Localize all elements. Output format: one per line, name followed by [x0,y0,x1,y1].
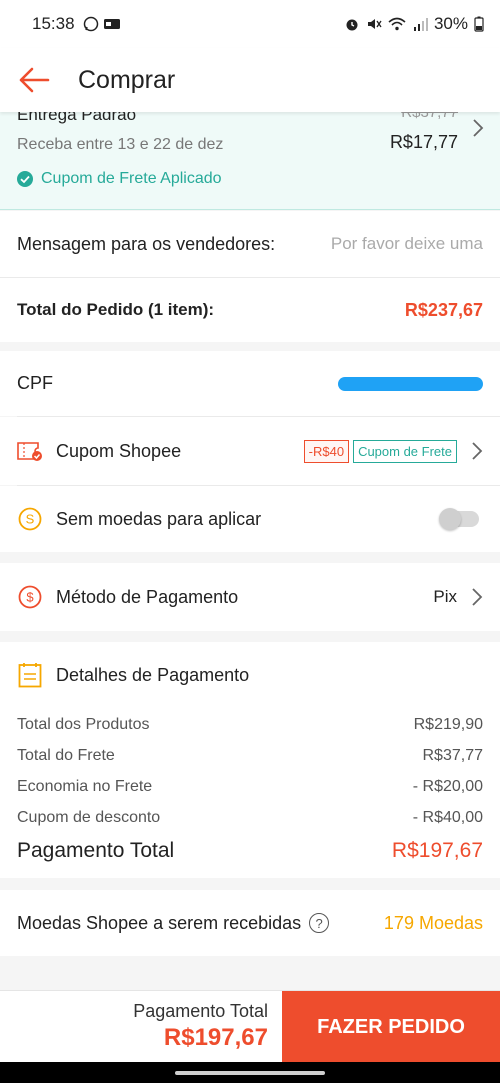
coins-toggle-label: Sem moedas para aplicar [56,508,262,529]
order-total-row: Total do Pedido (1 item): R$237,67 [0,278,500,342]
shipping-price: R$17,77 [389,132,458,152]
coins-earned-row: Moedas Shopee a serem recebidas ? 179 Mo… [0,890,500,956]
cpf-redacted [338,376,483,391]
coins-toggle[interactable] [439,508,479,530]
detail-line-label: Cupom de desconto [17,809,161,826]
shopee-coupon-label: Cupom Shopee [56,440,182,461]
chevron-right-icon [472,588,483,606]
svg-text:$: $ [26,590,34,605]
detail-line-label: Total dos Produtos [17,716,150,733]
checkout-bar: Pagamento Total R$197,67 FAZER PEDIDO [0,990,500,1063]
detail-line-label: Economia no Frete [17,778,153,795]
detail-line: Total do Frete R$37,77 [17,747,483,765]
detail-line-value: - R$20,00 [412,778,483,795]
cpf-label: CPF [17,373,53,393]
payment-total-label: Pagamento Total [17,839,175,862]
chevron-right-icon [473,119,484,137]
coins-toggle-row: S Sem moedas para aplicar [0,486,500,552]
status-time: 15:38 [32,14,75,33]
mute-icon [367,19,382,29]
coins-earned-value: 179 Moedas [383,912,483,933]
shopee-coupon-row[interactable]: Cupom Shopee -R$40 Cupom de Frete [0,417,500,485]
check-circle-icon [17,171,33,187]
battery-level: 30% [433,14,468,33]
voucher-icon [17,438,43,464]
battery-icon [474,16,484,32]
coupon-discount-tag: -R$40 [303,439,350,463]
seller-message-row: Mensagem para os vendedores: Por favor d… [0,211,500,277]
order-total-value: R$237,67 [404,299,483,320]
payment-total-value: R$197,67 [391,839,483,862]
shipping-coupon-applied: Cupom de Frete Aplicado [17,170,222,188]
checkout-total-label: Pagamento Total [133,1001,268,1021]
app-bar: Comprar [0,48,500,112]
checkout-summary: Pagamento Total R$197,67 [0,991,282,1062]
payment-method-value: Pix [433,587,457,606]
order-total-label: Total do Pedido (1 item): [17,300,215,319]
payment-details-header: Detalhes de Pagamento [17,662,249,688]
place-order-button[interactable]: FAZER PEDIDO [282,991,500,1063]
coins-earned-label: Moedas Shopee a serem recebidas [17,912,302,933]
detail-line: Economia no Frete - R$20,00 [17,778,483,796]
detail-line-value: - R$40,00 [412,809,483,826]
svg-text:S: S [26,512,35,527]
cpf-row[interactable]: CPF [0,351,500,416]
detail-line: Cupom de desconto - R$40,00 [17,809,483,827]
signal-icon [413,18,428,31]
detail-line: Total dos Produtos R$219,90 [17,716,483,734]
back-button[interactable] [0,48,68,112]
status-bar: 15:38 30% [0,0,500,48]
seller-message-label: Mensagem para os vendedores: [17,233,276,254]
page-title: Comprar [78,65,176,94]
payment-total-line: Pagamento Total R$197,67 [17,839,483,863]
system-nav-bar [0,1062,500,1083]
checkout-total-value: R$197,67 [163,1024,268,1051]
help-icon[interactable]: ? [309,913,330,933]
payment-method-row[interactable]: $ Método de Pagamento Pix [0,563,500,631]
dollar-icon: $ [17,584,43,610]
card-icon [103,19,120,29]
payment-method-label: Método de Pagamento [56,586,239,607]
detail-line-value: R$219,90 [413,716,483,733]
shipping-option[interactable]: Entrega Padrão R$37,77 Receba entre 13 e… [0,112,500,210]
toggle-knob [439,508,461,530]
detail-line-value: R$37,77 [422,747,484,764]
alarm-icon [346,19,358,31]
payment-details-title: Detalhes de Pagamento [56,664,250,685]
chevron-right-icon [472,442,483,460]
shipping-old-price: R$37,77 [401,112,458,121]
coupon-applied-label: Cupom de Frete Aplicado [41,170,222,187]
whatsapp-icon [83,16,98,32]
detail-line-label: Total do Frete [17,747,115,764]
payment-details: Detalhes de Pagamento Total dos Produtos… [0,642,500,878]
home-gesture-handle[interactable] [175,1070,325,1075]
wifi-icon [388,17,406,31]
coin-icon: S [17,506,43,532]
coupon-shipping-tag: Cupom de Frete [353,439,457,463]
receipt-icon [17,662,43,688]
seller-message-input[interactable]: Por favor deixe uma [331,234,483,254]
back-arrow-icon [19,67,50,93]
